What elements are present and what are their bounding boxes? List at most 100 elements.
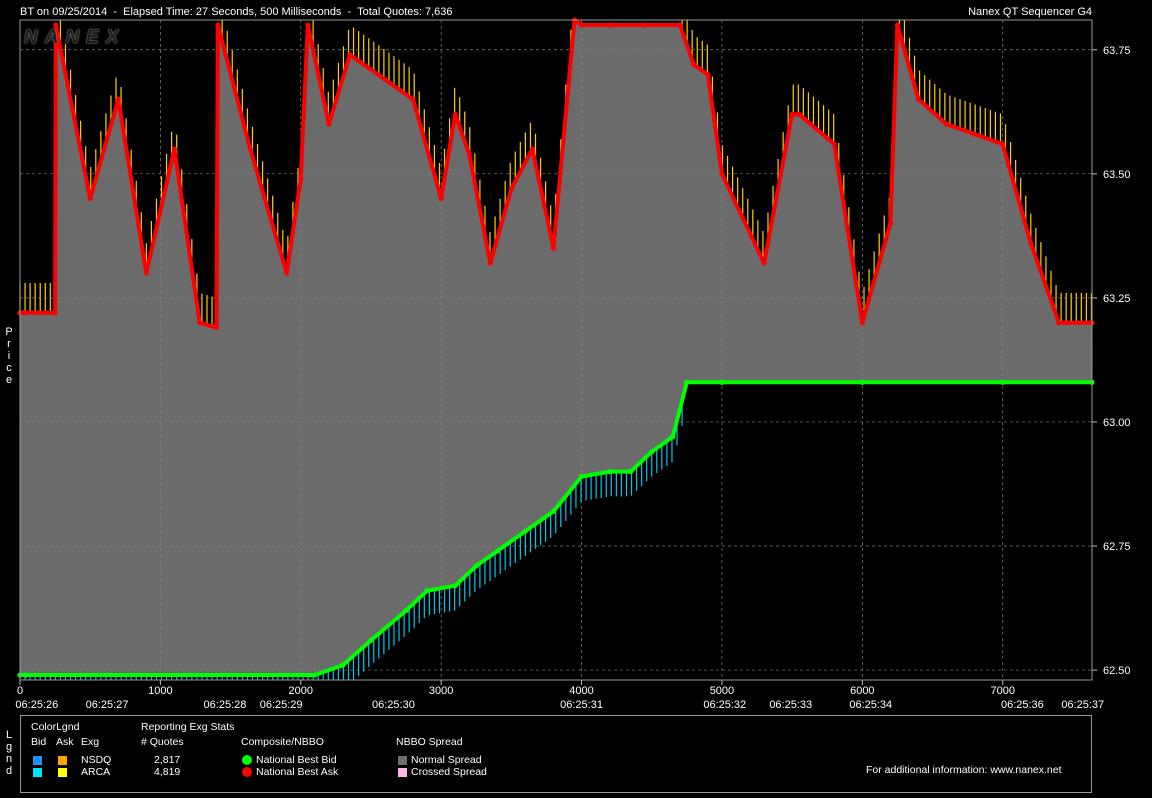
ask-point [52,310,58,316]
y-axis-label: Price [5,326,13,386]
bid-point [452,583,458,589]
ask-point [382,76,388,83]
legend-side-label: Lgnd [5,729,13,777]
bid-point [649,449,655,455]
ask-point [410,96,416,102]
ask-point [438,196,444,202]
bid-point [1000,379,1006,385]
ask-point [21,310,27,316]
ask-point [761,260,767,266]
arca-bid-swatch [33,768,42,777]
x-time-label: 06:25:27 [86,699,129,711]
ask-point [347,52,353,58]
y-tick-label: 63.75 [1103,45,1131,57]
ask-point [1056,320,1062,326]
ask-point [915,96,922,102]
ask-point [607,22,613,28]
x-tick-label: 3000 [429,685,453,697]
ask-point [143,270,149,276]
ask-point [972,131,978,137]
ask-point [284,270,290,276]
legend-quotes-nsdq: 2,817 [154,754,181,766]
ask-point [859,320,865,326]
bid-point [522,528,528,534]
x-time-label: 06:25:33 [769,699,812,711]
bid-point [684,379,690,385]
ask-point [215,22,221,28]
spread-area [20,20,1092,675]
ask-point [305,22,311,28]
x-time-label: 06:25:30 [372,699,415,711]
x-tick-label: 5000 [710,685,734,697]
nsdq-bid-swatch [33,756,42,765]
spread-area-fill [20,20,1092,675]
app-title: Nanex QT Sequencer G4 [968,6,1092,18]
bid-point [312,672,318,678]
x-tick-label: 2000 [289,685,313,697]
ask-point [298,176,304,182]
x-tick-label: 7000 [990,685,1014,697]
ask-point [831,141,837,147]
ask-point [943,121,950,127]
colorlgnd-title: ColorLgnd [31,721,80,733]
ask-point [796,111,802,117]
bid-point [340,662,346,668]
x-tick-label: 6000 [850,685,874,697]
x-tick-label: 4000 [569,685,593,697]
ask-point [1028,240,1034,246]
bid-point [719,379,725,385]
ask-point [550,245,557,251]
normal-spread-swatch [398,756,407,765]
stats-column-header: # Quotes [141,736,184,748]
ask-point [487,260,493,266]
info-link[interactable]: For additional information: www.nanex.ne… [866,764,1062,776]
y-tick-label: 63.00 [1103,417,1131,429]
ask-point [508,186,514,192]
ask-point [171,146,178,152]
price-chart: 62.50 62.75 63.00 63.25 63.50 63.75 0 1000 2000 3… [15,17,1131,711]
legend-exg-arca: ARCA [81,766,111,778]
ask-point [452,111,458,117]
legend-crossed-spread: Crossed Spread [411,766,487,778]
bid-point [403,607,409,614]
national-best-bid-swatch [242,755,252,765]
x-time-label: 06:25:26 [15,699,58,711]
bid-point [23,672,29,678]
x-tick-label: 0 [17,685,23,697]
nsdq-ask-swatch [58,756,67,765]
arca-ask-swatch [58,768,67,777]
ask-point [1000,141,1006,147]
bid-point [494,548,500,554]
spread-title: NBBO Spread [396,736,463,748]
x-time-label: 06:25:29 [260,699,303,711]
ask-point [642,22,648,28]
nanex-logo: NANEX [24,27,126,48]
ask-point [719,171,725,177]
composite-title: Composite/NBBO [241,736,324,748]
x-time-label: 06:25:36 [1001,699,1044,711]
x-time-label: 06:25:32 [703,699,746,711]
ask-point [247,146,253,152]
bid-point [607,468,613,475]
bid-point [578,473,585,480]
y-tick-label: 63.50 [1103,169,1131,181]
y-tick-label: 62.75 [1103,541,1131,553]
x-tick-label: 1000 [148,685,172,697]
ask-point [213,325,220,331]
ask-point [789,111,795,117]
ask-point [466,151,472,157]
ask-point [677,22,683,28]
legend-national-best-bid: National Best Bid [256,754,337,766]
bid-column-header: Bid [31,736,47,748]
ask-point [705,71,711,78]
ask-point [87,196,93,202]
legend-exg-nsdq: NSDQ [81,754,112,766]
ask-column-header: Ask [56,736,74,748]
y-tick-label: 63.25 [1103,293,1131,305]
bid-point [670,434,676,440]
chart-title: BT on 09/25/2014 - Elapsed Time: 27 Seco… [20,6,453,18]
crossed-spread-swatch [398,768,407,777]
ask-point [887,220,894,227]
ask-point [578,22,585,28]
legend-panel: ColorLgnd Bid Ask Exg NSDQ 2,817 ARCA 4,… [20,715,1092,793]
